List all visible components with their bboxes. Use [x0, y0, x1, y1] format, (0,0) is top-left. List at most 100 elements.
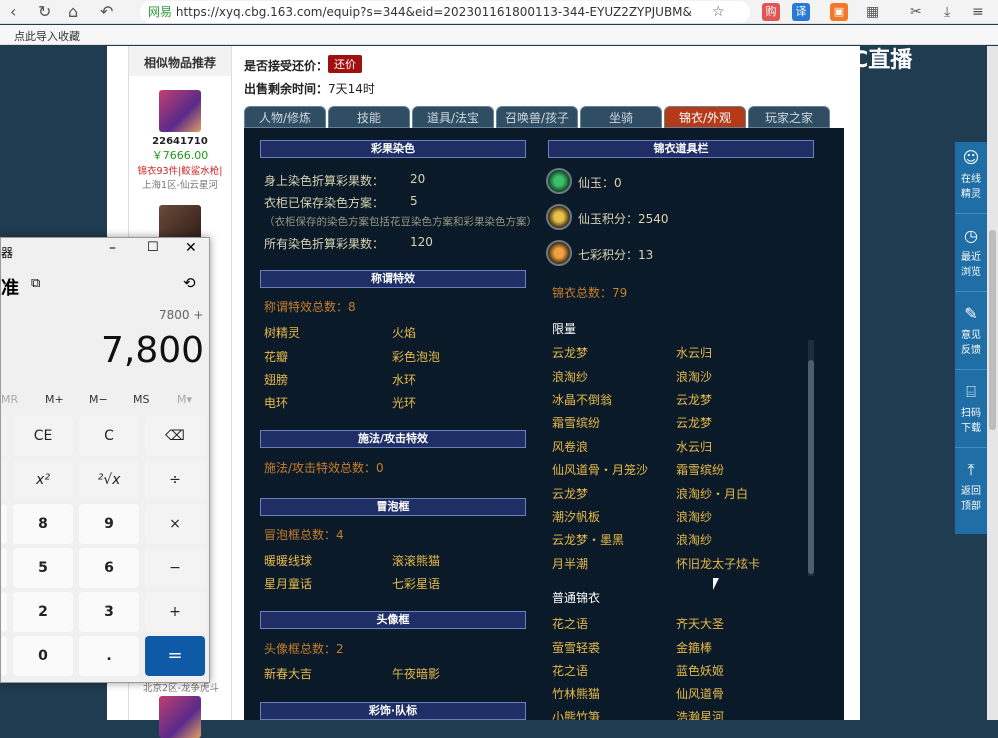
list-item: 新春大吉 — [264, 667, 313, 681]
apps-grid-icon[interactable]: ▦ — [866, 2, 879, 22]
menu-icon[interactable]: ≡ — [972, 2, 984, 22]
clear-button[interactable]: C — [79, 416, 139, 456]
refresh-icon[interactable]: ↻ — [38, 2, 51, 22]
history-icon[interactable]: ⟲ — [183, 274, 196, 292]
list-item: 花之语 — [552, 617, 589, 631]
tab-character[interactable]: 人物/修炼 — [244, 106, 326, 128]
recent-browse-button[interactable]: ◷ 最近 浏览 — [955, 220, 987, 292]
equals-button[interactable]: = — [145, 636, 205, 676]
feedback-button[interactable]: ✎ 意见 反馈 — [955, 298, 987, 370]
maximize-button[interactable]: ☐ — [147, 240, 159, 255]
recommend-card[interactable]: 22641710 ￥7666.00 锦衣93件|鲛鲨水枪| 上海1区-仙云星河 — [129, 90, 231, 191]
list-item: 潮汐帆板 — [552, 510, 601, 524]
calc-key[interactable] — [1, 416, 7, 456]
remaining-time-value: 7天14时 — [328, 82, 375, 96]
list-item: 光环 — [392, 396, 417, 410]
list-item: 星月童话 — [264, 577, 313, 591]
undo-icon[interactable]: ↶ — [100, 2, 113, 22]
memory-list-button[interactable]: M▾ — [177, 393, 192, 406]
extension-game-icon[interactable]: ▣ — [830, 3, 848, 21]
scan-icon: ⌸ — [966, 382, 976, 401]
online-helper-button[interactable]: ☺ 在线 精灵 — [955, 142, 987, 214]
divide-button[interactable]: ÷ — [145, 460, 205, 500]
home-icon[interactable]: ⌂ — [68, 2, 78, 22]
key-8[interactable]: 8 — [13, 504, 73, 544]
minus-button[interactable]: − — [145, 548, 205, 588]
wardrobe-scroll-thumb[interactable] — [808, 360, 814, 574]
key-3[interactable]: 3 — [79, 592, 139, 632]
list-item: 浩瀚星河 — [676, 710, 725, 720]
list-item: 水云归 — [676, 440, 713, 454]
cut-icon[interactable]: ✂ — [910, 2, 922, 22]
calc-key[interactable] — [1, 504, 7, 544]
plus-button[interactable]: + — [145, 592, 205, 632]
key-6[interactable]: 6 — [79, 548, 139, 588]
memory-add-button[interactable]: M+ — [45, 393, 64, 406]
list-item: 齐天大圣 — [676, 617, 725, 631]
clear-entry-button[interactable]: CE — [13, 416, 73, 456]
list-item: 怀旧龙太子炫卡 — [676, 557, 761, 571]
extension-shop-icon[interactable]: 购 — [762, 3, 780, 21]
tab-items[interactable]: 道具/法宝 — [412, 106, 494, 128]
accept-offer-label: 是否接受还价： — [244, 59, 329, 73]
key-2[interactable]: 2 — [13, 592, 73, 632]
avatar[interactable] — [159, 90, 201, 132]
calc-key[interactable] — [1, 548, 7, 588]
cast-effect-total: 施法/攻击特效总数：0 — [264, 461, 384, 475]
remaining-time-label: 出售剩余时间：7天14时 — [244, 82, 375, 96]
memory-recall-button[interactable]: MR — [1, 393, 18, 406]
tab-pets[interactable]: 召唤兽/孩子 — [496, 106, 578, 128]
list-item: 彩色泡泡 — [392, 350, 441, 364]
list-item: 浪淘纱・月白 — [676, 487, 749, 501]
key-9[interactable]: 9 — [79, 504, 139, 544]
tab-skills[interactable]: 技能 — [328, 106, 410, 128]
tab-outfits[interactable]: 锦衣/外观 — [664, 106, 746, 128]
common-title: 普通锦衣 — [552, 591, 601, 605]
calc-key[interactable] — [1, 636, 7, 676]
memory-store-button[interactable]: MS — [133, 393, 149, 406]
scan-download-button[interactable]: ⌸ 扫码 下载 — [955, 376, 987, 448]
edit-icon: ✎ — [964, 304, 978, 323]
extension-translate-icon[interactable]: 译 — [792, 3, 810, 21]
sidebar-title: 相似物品推荐 — [129, 46, 231, 76]
section-avatar-frame: 头像框 — [260, 611, 526, 629]
dye-label-3: 所有染色折算彩果数： — [264, 237, 385, 251]
key-0[interactable]: 0 — [13, 636, 73, 676]
page-scroll-thumb[interactable] — [989, 230, 996, 430]
multiply-button[interactable]: × — [145, 504, 205, 544]
key-5[interactable]: 5 — [13, 548, 73, 588]
detail-tabs: 人物/修炼 技能 道具/法宝 召唤兽/孩子 坐骑 锦衣/外观 玩家之家 — [244, 106, 844, 128]
address-bar[interactable]: 网易 https://xyq.cbg.163.com/equip?s=344&e… — [140, 1, 750, 23]
section-bubble: 冒泡框 — [260, 498, 526, 516]
download-icon[interactable]: ⤓ — [944, 2, 950, 22]
calc-key[interactable] — [1, 460, 7, 500]
tab-mounts[interactable]: 坐骑 — [580, 106, 662, 128]
title-effect-total: 称谓特效总数：8 — [264, 300, 356, 314]
tab-player-home[interactable]: 玩家之家 — [748, 106, 830, 128]
counter-offer-button[interactable]: 还价 — [328, 55, 362, 73]
calc-key[interactable] — [1, 592, 7, 632]
list-item: 蓝色妖姬 — [676, 664, 725, 678]
back-icon[interactable]: ‹ — [10, 2, 16, 22]
sqrt-button[interactable]: ²√x — [79, 460, 139, 500]
wardrobe-total: 锦衣总数：79 — [552, 286, 628, 300]
back-to-top-button[interactable]: ⤒ 返回 顶部 — [955, 454, 987, 526]
browser-toolbar: ‹ ↻ ⌂ ↶ 网易 https://xyq.cbg.163.com/equip… — [0, 0, 998, 24]
minimize-button[interactable]: – — [109, 240, 116, 256]
decimal-button[interactable]: . — [79, 636, 139, 676]
list-item: 浪淘纱 — [552, 370, 589, 384]
calculator-mode[interactable]: 准 — [1, 274, 19, 300]
close-button[interactable]: ✕ — [185, 240, 197, 256]
star-icon[interactable]: ☆ — [712, 2, 725, 22]
memory-subtract-button[interactable]: M− — [89, 393, 108, 406]
list-item: 霜雪缤纷 — [676, 463, 725, 477]
square-button[interactable]: x² — [13, 460, 73, 500]
backspace-button[interactable]: ⌫ — [145, 416, 205, 456]
calculator-title: 器 — [1, 246, 14, 260]
list-item: 萤雪轻裘 — [552, 641, 601, 655]
avatar[interactable] — [159, 696, 201, 738]
keep-on-top-icon[interactable]: ⧉ — [31, 276, 40, 291]
import-bookmarks-link[interactable]: 点此导入收藏 — [14, 28, 80, 44]
list-item: 云龙梦 — [552, 487, 589, 501]
clock-icon: ◷ — [964, 226, 978, 245]
